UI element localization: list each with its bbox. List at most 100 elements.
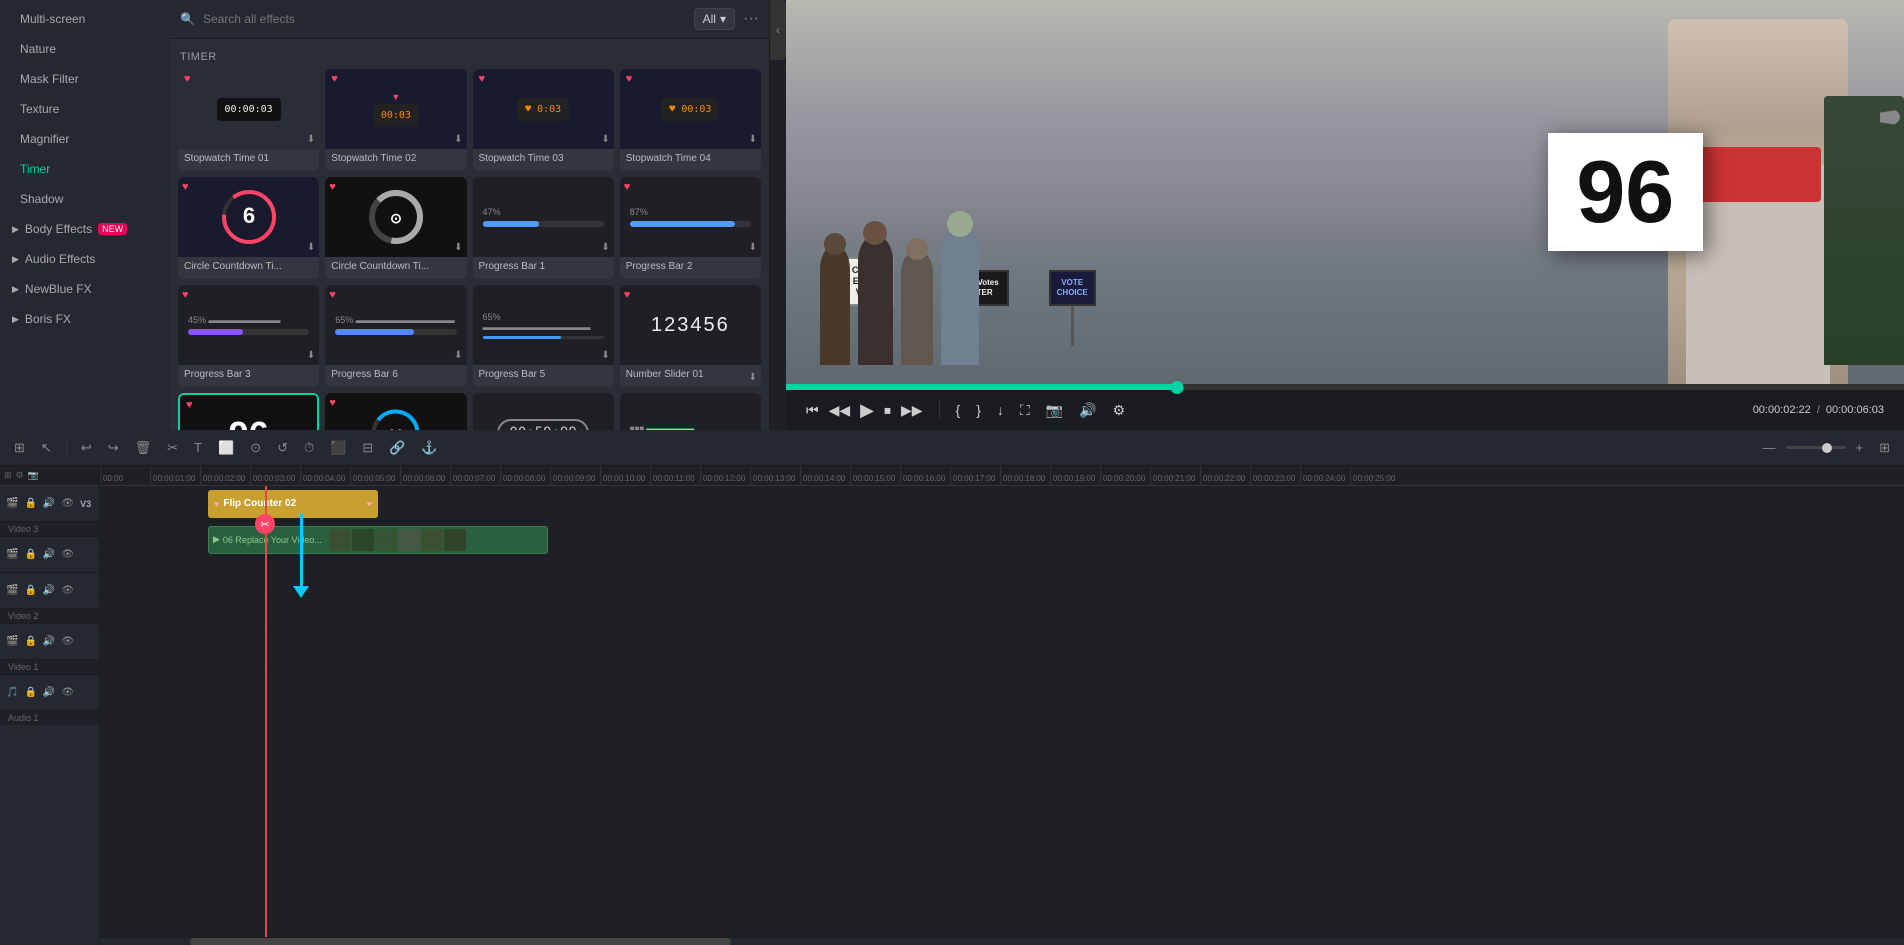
track-volume-v3[interactable]: 🔊 [43,498,55,509]
layout-tool[interactable]: ⬛ [324,436,352,460]
delete-button[interactable]: 🗑 [129,436,158,460]
track-eye-v2[interactable]: 👁 [61,585,74,596]
effect-item-pb01[interactable]: 47% ⬇ Progress Bar 1 [473,177,614,279]
effect-item-pb02[interactable]: ♥ 87% ⬇ Progress Bar 2 [620,177,761,279]
ruler-marks: 00:00 00:00:01:00 00:00:02:00 00:00:03:0… [100,466,1400,485]
video-progress-thumb[interactable] [1171,381,1184,394]
heart-icon: ♥ [331,73,338,85]
screenshot-button[interactable]: 📷 [1046,402,1063,419]
tracks-area: ✂ ♥ Flip Counter 02 ♥ [100,486,1904,937]
effect-name: Number Slider 01 [620,365,761,387]
camera-icon[interactable]: 📷 [28,470,39,481]
track-settings-icon[interactable]: ⚙ [16,470,24,481]
track-eye-v3[interactable]: 👁 [61,498,74,509]
sidebar-item-texture[interactable]: Texture [0,94,170,124]
zoom-out-button[interactable]: — [1757,436,1782,459]
clip-flip-counter-02[interactable]: ♥ Flip Counter 02 ♥ [208,490,378,518]
track-volume-v2[interactable]: 🔊 [43,585,55,596]
fullscreen-button[interactable]: ⛶ [1020,402,1030,419]
zoom-slider[interactable] [1786,446,1846,449]
heart-icon: ♥ [479,73,486,85]
sidebar-item-nature[interactable]: Nature [0,34,170,64]
clip-name: Flip Counter 02 [223,498,296,509]
track-lock-v1[interactable]: 🔒 [24,636,36,647]
effect-item-cc03[interactable]: ♥ 16 ⬇ Circle Countdown Ti... [325,393,466,430]
video3-label: V3 [80,499,91,509]
effect-item-fc02[interactable]: ♥ 96 Flip Counter 02 [178,393,319,430]
collapse-panel-button[interactable]: ‹ [770,0,786,60]
effect-item-sw03[interactable]: ♥ ♥ 0:03 ⬇ Stopwatch Time 03 [473,69,614,171]
text-button[interactable]: T [188,436,208,459]
cut-button[interactable]: ✂ [161,436,184,460]
video-progress-bar[interactable] [786,384,1904,390]
effect-item-sw01[interactable]: ♥ 00:00:03 ⬇ Stopwatch Time 01 [178,69,319,171]
effect-item-pb08[interactable]: ■■■ ▬▬▬▬▬▬ ⬇ Progress Bar 8 [620,393,761,430]
ruler-mark-19: 00:00:19:00 [1050,466,1100,485]
track-volume-v3b[interactable]: 🔊 [43,549,55,560]
timer-tool[interactable]: ⏱ [298,436,320,460]
scrollbar-thumb[interactable] [190,938,731,945]
grid-button[interactable]: ⊞ [1873,436,1896,460]
sidebar-item-multi-screen[interactable]: Multi-screen [0,4,170,34]
clip-replace-video[interactable]: ▶ 06 Replace Your Video... [208,526,548,554]
heart-icon: ♥ [626,73,633,85]
sidebar-item-shadow[interactable]: Shadow [0,184,170,214]
effect-item-cc01[interactable]: ♥ 6 ⬇ Circle Countdown Ti... [178,177,319,279]
track-lock-v3b[interactable]: 🔒 [24,549,36,560]
zoom-in-button[interactable]: + [1850,436,1870,459]
skip-back-button[interactable]: ⏮ [806,402,819,419]
sidebar-item-magnifier[interactable]: Magnifier [0,124,170,154]
undo-button[interactable]: ↩ [75,436,98,460]
more-options-button[interactable]: ··· [743,10,759,28]
effect-item-pb03[interactable]: ♥ 45% ▬▬▬▬▬▬▬▬ ⬇ Progress Bar 3 [178,285,319,387]
sidebar-item-timer[interactable]: Timer [0,154,170,184]
progress-label: 45% ▬▬▬▬▬▬▬▬ [188,315,281,325]
effect-item-ns01[interactable]: ♥ 123456 ⬇ Number Slider 01 [620,285,761,387]
insert-button[interactable]: ↓ [997,402,1004,418]
frame-back-button[interactable]: ◀◀ [829,402,851,419]
effect-item-sw02[interactable]: ♥ ▼ 00:03 ⬇ Stopwatch Time 02 [325,69,466,171]
effect-item-cc02[interactable]: ♥ ⊙ ⬇ Circle Countdown Ti... [325,177,466,279]
mark-out-button[interactable]: } [976,402,981,418]
effect-item-pb06[interactable]: ♥ 65% ▬▬▬▬▬▬▬▬▬▬▬ ⬇ Progress Bar 6 [325,285,466,387]
track-eye-v1[interactable]: 👁 [61,636,74,647]
mark-in-button[interactable]: { [956,402,961,418]
track-eye-v3b[interactable]: 👁 [61,549,74,560]
frame-forward-button[interactable]: ▶▶ [901,402,923,419]
effect-item-cst01[interactable]: 00:59:99 ⬇ Capsule Shape Timer 01 [473,393,614,430]
select-tool[interactable]: ↖ [35,436,58,460]
track-volume-a1[interactable]: 🔊 [43,687,55,698]
snap-icon[interactable]: ⊞ [4,470,12,481]
sidebar-section-audio-effects[interactable]: ▶ Audio Effects [0,244,170,274]
redo-button[interactable]: ↪ [102,436,125,460]
link-button[interactable]: 🔗 [383,436,411,460]
audio-button[interactable]: 🔊 [1079,402,1096,419]
sidebar-item-mask-filter[interactable]: Mask Filter [0,64,170,94]
track-lock-v3[interactable]: 🔒 [24,498,36,509]
video1-name: Video 1 [0,660,99,675]
composite-tool[interactable]: ⊟ [356,436,379,460]
track-lock-v2[interactable]: 🔒 [24,585,36,596]
sidebar-section-body-effects[interactable]: ▶ Body Effects NEW [0,214,170,244]
filter-label: All [703,12,716,26]
sidebar-section-newblue-fx[interactable]: ▶ NewBlue FX [0,274,170,304]
track-volume-v1[interactable]: 🔊 [43,636,55,647]
effect-name: Progress Bar 3 [178,365,319,387]
search-bar: 🔍 All ▾ ··· [170,0,769,39]
play-button[interactable]: ▶ [860,400,874,421]
snap-tool[interactable]: ⊞ [8,436,31,460]
search-input[interactable] [203,12,686,26]
settings-button[interactable]: ⚙ [1113,402,1126,419]
crop-button[interactable]: ⬜ [212,436,240,460]
horizontal-scrollbar[interactable] [100,937,1904,945]
rotate-button[interactable]: ⊙ [244,436,267,460]
track-eye-a1[interactable]: 👁 [61,687,74,698]
filter-dropdown[interactable]: All ▾ [694,8,735,30]
anchor-button[interactable]: ⚓ [415,436,443,460]
sidebar-section-boris-fx[interactable]: ▶ Boris FX [0,304,170,334]
effect-item-sw04[interactable]: ♥ ♥ 00:03 ⬇ Stopwatch Time 04 [620,69,761,171]
stop-button[interactable]: ⏹ [884,402,891,419]
effect-item-pb05[interactable]: 65% ▬▬▬▬▬▬▬▬▬▬▬▬ ⬇ Progress Bar 5 [473,285,614,387]
transform-button[interactable]: ↺ [271,436,294,460]
track-lock-a1[interactable]: 🔒 [24,687,36,698]
